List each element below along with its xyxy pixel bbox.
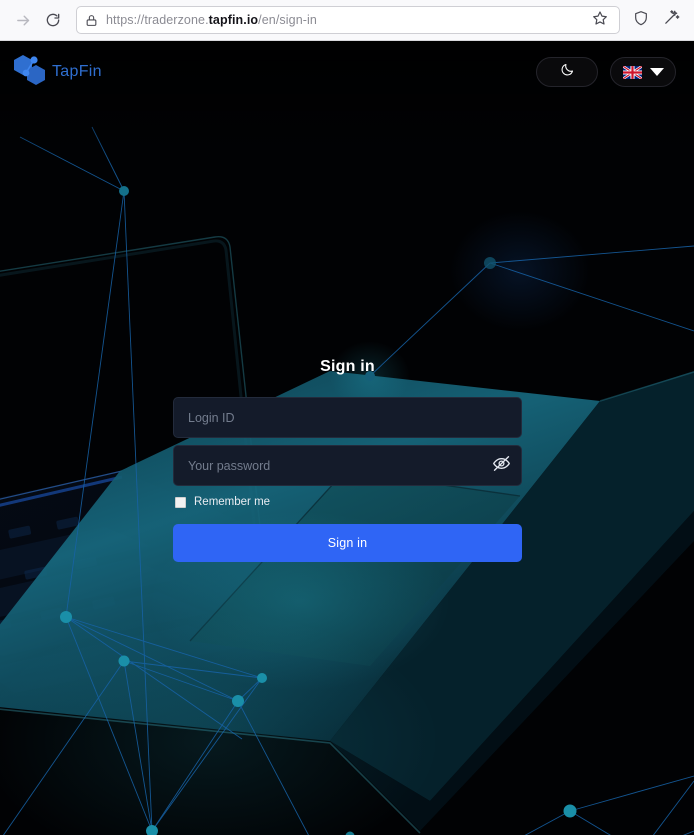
remember-me-row[interactable]: Remember me bbox=[173, 496, 522, 508]
star-icon bbox=[592, 10, 608, 31]
theme-toggle-button[interactable] bbox=[536, 57, 598, 87]
sparkle-wand-icon bbox=[663, 9, 680, 31]
forward-button[interactable] bbox=[8, 5, 38, 35]
shield-icon bbox=[633, 10, 649, 31]
remember-me-label: Remember me bbox=[194, 496, 271, 508]
password-field[interactable] bbox=[173, 445, 522, 486]
site-header: TapFin bbox=[0, 41, 694, 103]
remember-me-checkbox[interactable] bbox=[175, 496, 186, 508]
tracking-protection-button[interactable] bbox=[626, 5, 656, 35]
password-input[interactable] bbox=[174, 446, 481, 485]
padlock-icon bbox=[85, 14, 98, 27]
brand-name: TapFin bbox=[52, 63, 102, 80]
login-id-input[interactable] bbox=[174, 398, 521, 437]
hexagon-nodes-logo bbox=[12, 53, 50, 92]
url-text: https://traderzone.tapfin.io/en/sign-in bbox=[106, 13, 587, 27]
sign-in-page: TapFin Sign in Login ID Remember me Sign… bbox=[0, 41, 694, 835]
password-visibility-toggle[interactable] bbox=[481, 446, 521, 485]
reload-button[interactable] bbox=[38, 5, 68, 35]
moon-icon bbox=[560, 62, 575, 82]
language-selector[interactable] bbox=[610, 57, 676, 87]
ai-assistant-button[interactable] bbox=[656, 5, 686, 35]
url-prefix: https://traderzone. bbox=[106, 13, 209, 27]
reload-icon bbox=[45, 12, 61, 28]
eye-off-icon bbox=[492, 454, 511, 478]
login-id-field[interactable] bbox=[173, 397, 522, 438]
page-title: Sign in bbox=[320, 358, 375, 375]
sign-in-button[interactable]: Sign in bbox=[173, 524, 522, 562]
united-kingdom-flag bbox=[622, 65, 642, 79]
forward-arrow-icon bbox=[15, 12, 32, 29]
bookmark-button[interactable] bbox=[587, 7, 613, 33]
address-bar[interactable]: https://traderzone.tapfin.io/en/sign-in bbox=[76, 6, 620, 34]
sign-in-form: Sign in Remember me Sign in bbox=[173, 358, 522, 562]
url-domain: tapfin.io bbox=[208, 13, 259, 27]
chevron-down-icon bbox=[649, 68, 664, 76]
url-suffix: /en/sign-in bbox=[258, 13, 317, 27]
header-controls bbox=[536, 57, 676, 87]
brand-logo[interactable]: TapFin bbox=[12, 53, 102, 92]
browser-toolbar: https://traderzone.tapfin.io/en/sign-in bbox=[0, 0, 694, 41]
